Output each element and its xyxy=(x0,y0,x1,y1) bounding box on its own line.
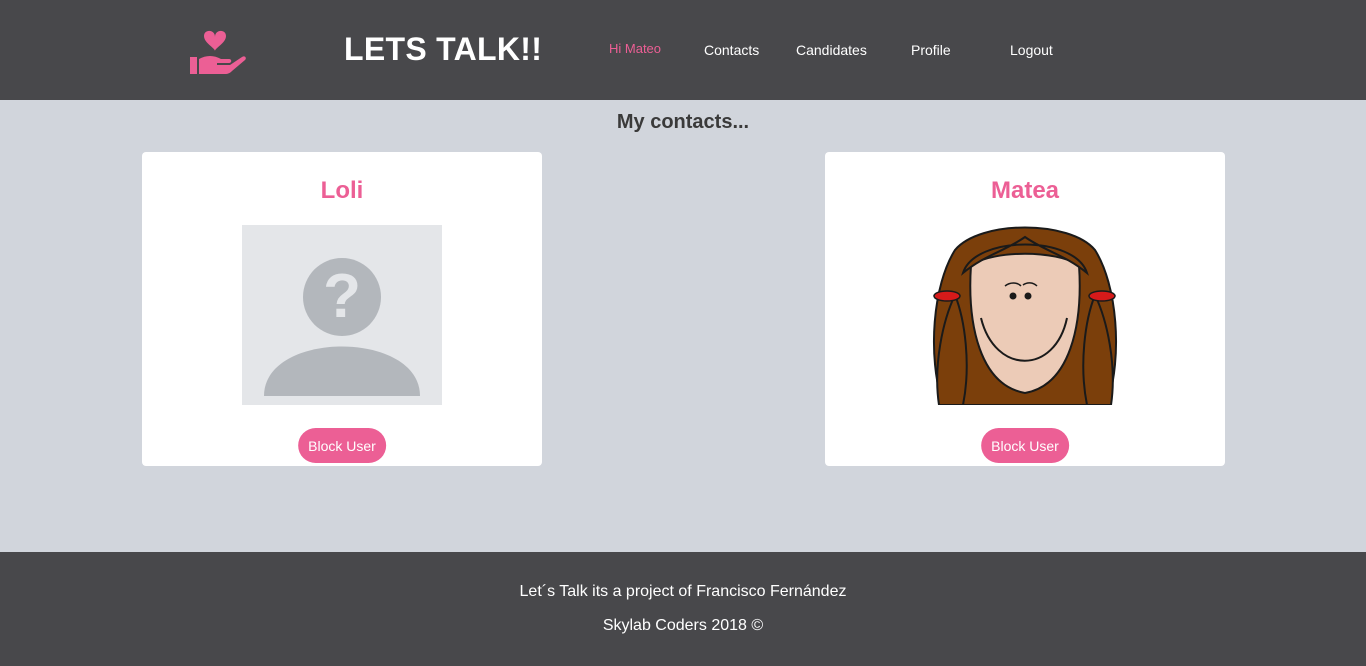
page-title: My contacts... xyxy=(616,111,750,133)
nav-logout[interactable]: Logout xyxy=(1010,42,1053,58)
nav-candidates[interactable]: Candidates xyxy=(796,42,867,58)
page-footer: Let´s Talk its a project of Francisco Fe… xyxy=(0,552,1366,666)
heart-in-hand-icon xyxy=(190,30,246,74)
contact-card: Loli ? Block User xyxy=(142,152,542,466)
contact-name: Matea xyxy=(990,177,1060,204)
block-user-button[interactable]: Block User xyxy=(298,428,386,463)
app-title: LETS TALK!! xyxy=(344,31,543,67)
svg-text:?: ? xyxy=(323,262,361,331)
footer-credit: Let´s Talk its a project of Francisco Fe… xyxy=(519,583,847,600)
top-navbar: LETS TALK!! Hi Mateo Contacts Candidates… xyxy=(0,0,1366,100)
nav-contacts[interactable]: Contacts xyxy=(704,42,759,58)
contact-name: Loli xyxy=(320,177,364,204)
user-greeting: Hi Mateo xyxy=(609,41,662,56)
unknown-user-placeholder-icon: ? xyxy=(242,225,442,405)
footer-copyright: Skylab Coders 2018 © xyxy=(602,617,764,634)
girl-cartoon-avatar xyxy=(925,225,1125,405)
nav-profile[interactable]: Profile xyxy=(911,42,951,58)
block-user-button[interactable]: Block User xyxy=(981,428,1069,463)
contact-card: Matea Block User xyxy=(825,152,1225,466)
